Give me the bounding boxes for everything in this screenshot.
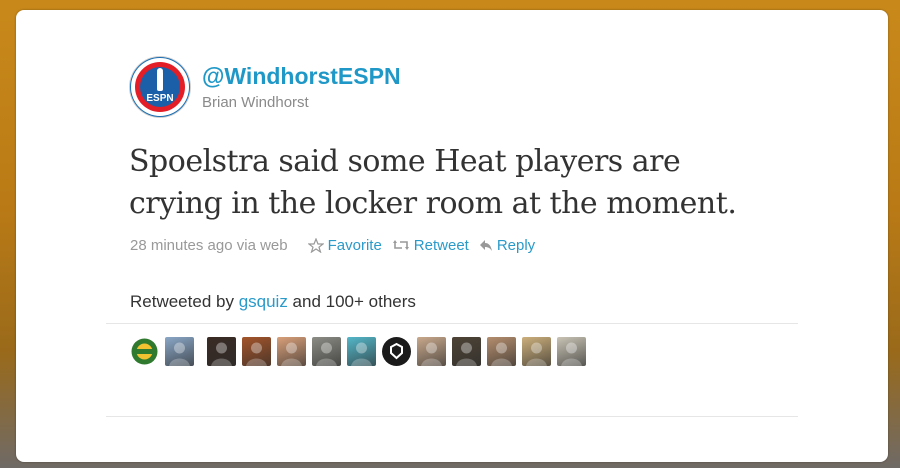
- person-avatar[interactable]: [417, 337, 446, 366]
- sonics-logo-avatar[interactable]: [130, 337, 159, 366]
- retweet-button[interactable]: Retweet: [392, 237, 469, 254]
- football-player-avatar[interactable]: [557, 337, 586, 366]
- tweet-text-line: Spoelstra said some Heat players are: [129, 144, 681, 179]
- favorite-label: Favorite: [327, 236, 382, 254]
- tweet-text-line: crying in the locker room at the moment.: [129, 186, 737, 221]
- real-name: Brian Windhorst: [202, 94, 309, 111]
- espn-logo-icon: ESPN: [131, 58, 189, 116]
- retweet-label: Retweet: [413, 236, 469, 254]
- tweet-meta: 28 minutes ago via web Favorite Retweet: [130, 236, 545, 254]
- cartoon-avatar[interactable]: [347, 337, 376, 366]
- espn-logo-avatar[interactable]: ESPN: [130, 57, 190, 117]
- star-icon: [307, 237, 324, 253]
- tweet-card: ESPN @WindhorstESPN Brian Windhorst Spoe…: [16, 10, 888, 462]
- retweet-icon: [392, 238, 410, 252]
- timestamp-link[interactable]: 28 minutes ago via web: [130, 237, 288, 254]
- badge-logo-avatar[interactable]: [382, 337, 411, 366]
- reply-button[interactable]: Reply: [479, 237, 535, 254]
- tweet-text: Spoelstra said some Heat players are cry…: [129, 141, 829, 225]
- car-photo-avatar[interactable]: [312, 337, 341, 366]
- reply-label: Reply: [496, 236, 536, 254]
- night-photo-avatar[interactable]: [452, 337, 481, 366]
- person-avatar[interactable]: [165, 337, 194, 366]
- retweeted-by-prefix: Retweeted by: [130, 292, 239, 311]
- retweeter-link[interactable]: gsquiz: [239, 292, 288, 311]
- retweeted-by-suffix: and 100+ others: [287, 292, 416, 311]
- person-avatar[interactable]: [277, 337, 306, 366]
- avatar-logo-text: ESPN: [146, 93, 173, 104]
- divider: [106, 416, 798, 417]
- divider: [106, 323, 798, 324]
- dark-photo-avatar[interactable]: [207, 337, 236, 366]
- screen-name-link[interactable]: @WindhorstESPN: [202, 63, 401, 90]
- retweeted-by: Retweeted by gsquiz and 100+ others: [130, 292, 416, 312]
- retweeter-avatars: [130, 337, 592, 366]
- person-avatar[interactable]: [487, 337, 516, 366]
- favorite-button[interactable]: Favorite: [307, 236, 382, 254]
- reply-icon: [479, 239, 493, 252]
- room-photo-avatar[interactable]: [522, 337, 551, 366]
- band-photo-avatar[interactable]: [242, 337, 271, 366]
